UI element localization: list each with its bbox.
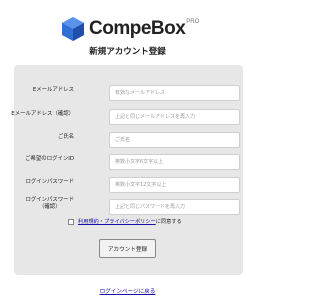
cube-hexagon-icon <box>62 17 84 41</box>
email-confirm-label: Eメールアドレス（確認） <box>11 111 74 117</box>
agree-terms-row: 利用規約・プライバシーポリシー に同意する <box>68 218 182 225</box>
name-field[interactable] <box>109 132 240 148</box>
email-label: Eメールアドレス <box>32 87 74 93</box>
email-field[interactable] <box>109 85 240 101</box>
agree-checkbox[interactable] <box>68 218 74 225</box>
page-title: 新規アカウント登録 <box>89 47 166 57</box>
agree-text: に同意する <box>155 219 182 225</box>
login-id-label: ご希望のログインID <box>25 156 74 162</box>
back-to-login-link[interactable]: ログインページに戻る <box>0 287 255 295</box>
password-confirm-label: ログインパスワード （確認） <box>25 197 74 210</box>
register-account-button[interactable]: アカウント登録 <box>99 239 156 258</box>
password-field[interactable] <box>109 177 240 193</box>
terms-privacy-link[interactable]: 利用規約・プライバシーポリシー <box>78 218 156 225</box>
password-confirm-sublabel: （確認） <box>38 204 61 210</box>
password-label: ログインパスワード <box>25 179 74 185</box>
email-confirm-field[interactable] <box>109 109 240 125</box>
name-label: ご氏名 <box>57 134 74 140</box>
logo-suffix: PRO <box>186 19 200 25</box>
logo-name: CompeBox <box>89 18 186 39</box>
logo: CompeBox PRO <box>60 15 199 43</box>
login-id-field[interactable] <box>109 154 240 170</box>
password-confirm-field[interactable] <box>109 199 240 215</box>
